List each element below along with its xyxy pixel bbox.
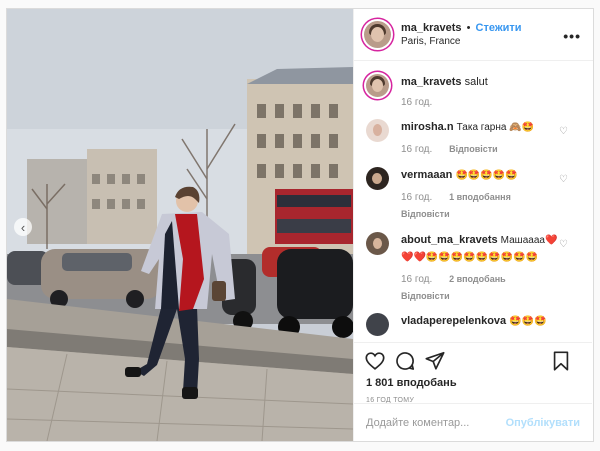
list-item: mirosha.n Така гарна 🙈🤩 16 год. Відповіс… <box>364 119 582 158</box>
heart-icon[interactable]: ♡ <box>559 174 568 185</box>
comment-username[interactable]: mirosha.n <box>401 121 454 133</box>
heart-icon[interactable] <box>364 350 386 372</box>
publish-button[interactable]: Опублікувати <box>506 417 580 429</box>
list-item: vermaaan 🤩🤩🤩🤩🤩 16 год. 1 вподобання Відп… <box>364 167 582 223</box>
avatar[interactable] <box>366 232 389 255</box>
comment-input[interactable]: Додайте коментар... <box>366 417 506 429</box>
reply-button[interactable]: Відповісти <box>401 209 450 219</box>
action-icons <box>354 343 592 379</box>
heart-icon[interactable]: ♡ <box>559 126 568 137</box>
post-card: ‹ ma_kravets • Стежити Paris, France ••• <box>6 8 594 442</box>
share-icon[interactable] <box>424 350 446 372</box>
comment-text: Така гарна 🙈🤩 <box>456 122 535 133</box>
comment-username[interactable]: vermaaan <box>401 169 452 181</box>
comment-text: salut <box>464 76 488 88</box>
comment-composer: Додайте коментар... Опублікувати <box>354 403 592 441</box>
reply-button[interactable]: Відповісти <box>449 144 498 154</box>
list-item: about_ma_kravets Машаааа❤️❤️❤️🤩🤩🤩🤩🤩🤩🤩🤩🤩 … <box>364 232 582 305</box>
comment-icon[interactable] <box>394 350 416 372</box>
comment-text: 🤩🤩🤩 <box>509 316 547 327</box>
comment-text: 🤩🤩🤩🤩🤩 <box>455 170 518 181</box>
author-meta: ma_kravets • Стежити Paris, France <box>401 21 522 49</box>
reply-button[interactable]: Відповісти <box>401 291 450 301</box>
comments-list[interactable]: ma_kravets salut 16 год. mirosha.n Така … <box>354 62 592 340</box>
avatar[interactable] <box>366 313 389 336</box>
avatar[interactable] <box>366 119 389 142</box>
comment-username[interactable]: vladaperepelenkova <box>401 315 506 327</box>
like-count[interactable]: 1 801 вподобань <box>354 377 592 389</box>
avatar[interactable] <box>366 167 389 190</box>
location-link[interactable]: Paris, France <box>401 35 522 49</box>
list-item: vladaperepelenkova 🤩🤩🤩 <box>364 313 582 336</box>
post-header: ma_kravets • Стежити Paris, France ••• <box>354 9 593 61</box>
comment-likes[interactable]: 2 вподобань <box>449 274 506 284</box>
comment-time[interactable]: 16 год. <box>401 97 432 108</box>
avatar[interactable] <box>366 74 389 97</box>
follow-button[interactable]: Стежити <box>476 22 522 34</box>
more-options-icon[interactable]: ••• <box>563 28 581 44</box>
chevron-left-icon[interactable]: ‹ <box>14 218 32 236</box>
list-item: ma_kravets salut 16 год. <box>364 74 582 111</box>
heart-icon[interactable]: ♡ <box>559 239 568 250</box>
street-photo-image <box>7 9 353 441</box>
comment-username[interactable]: about_ma_kravets <box>401 234 498 246</box>
comment-time[interactable]: 16 год. <box>401 274 432 285</box>
comment-username[interactable]: ma_kravets <box>401 76 462 88</box>
avatar[interactable] <box>364 21 391 48</box>
post-photo[interactable]: ‹ <box>7 9 353 441</box>
author-username[interactable]: ma_kravets <box>401 22 462 34</box>
comment-likes[interactable]: 1 вподобання <box>449 192 511 202</box>
post-side-panel: ma_kravets • Стежити Paris, France ••• m… <box>353 9 593 441</box>
comment-time[interactable]: 16 год. <box>401 192 432 203</box>
bookmark-icon[interactable] <box>550 350 572 372</box>
comment-time[interactable]: 16 год. <box>401 144 432 155</box>
